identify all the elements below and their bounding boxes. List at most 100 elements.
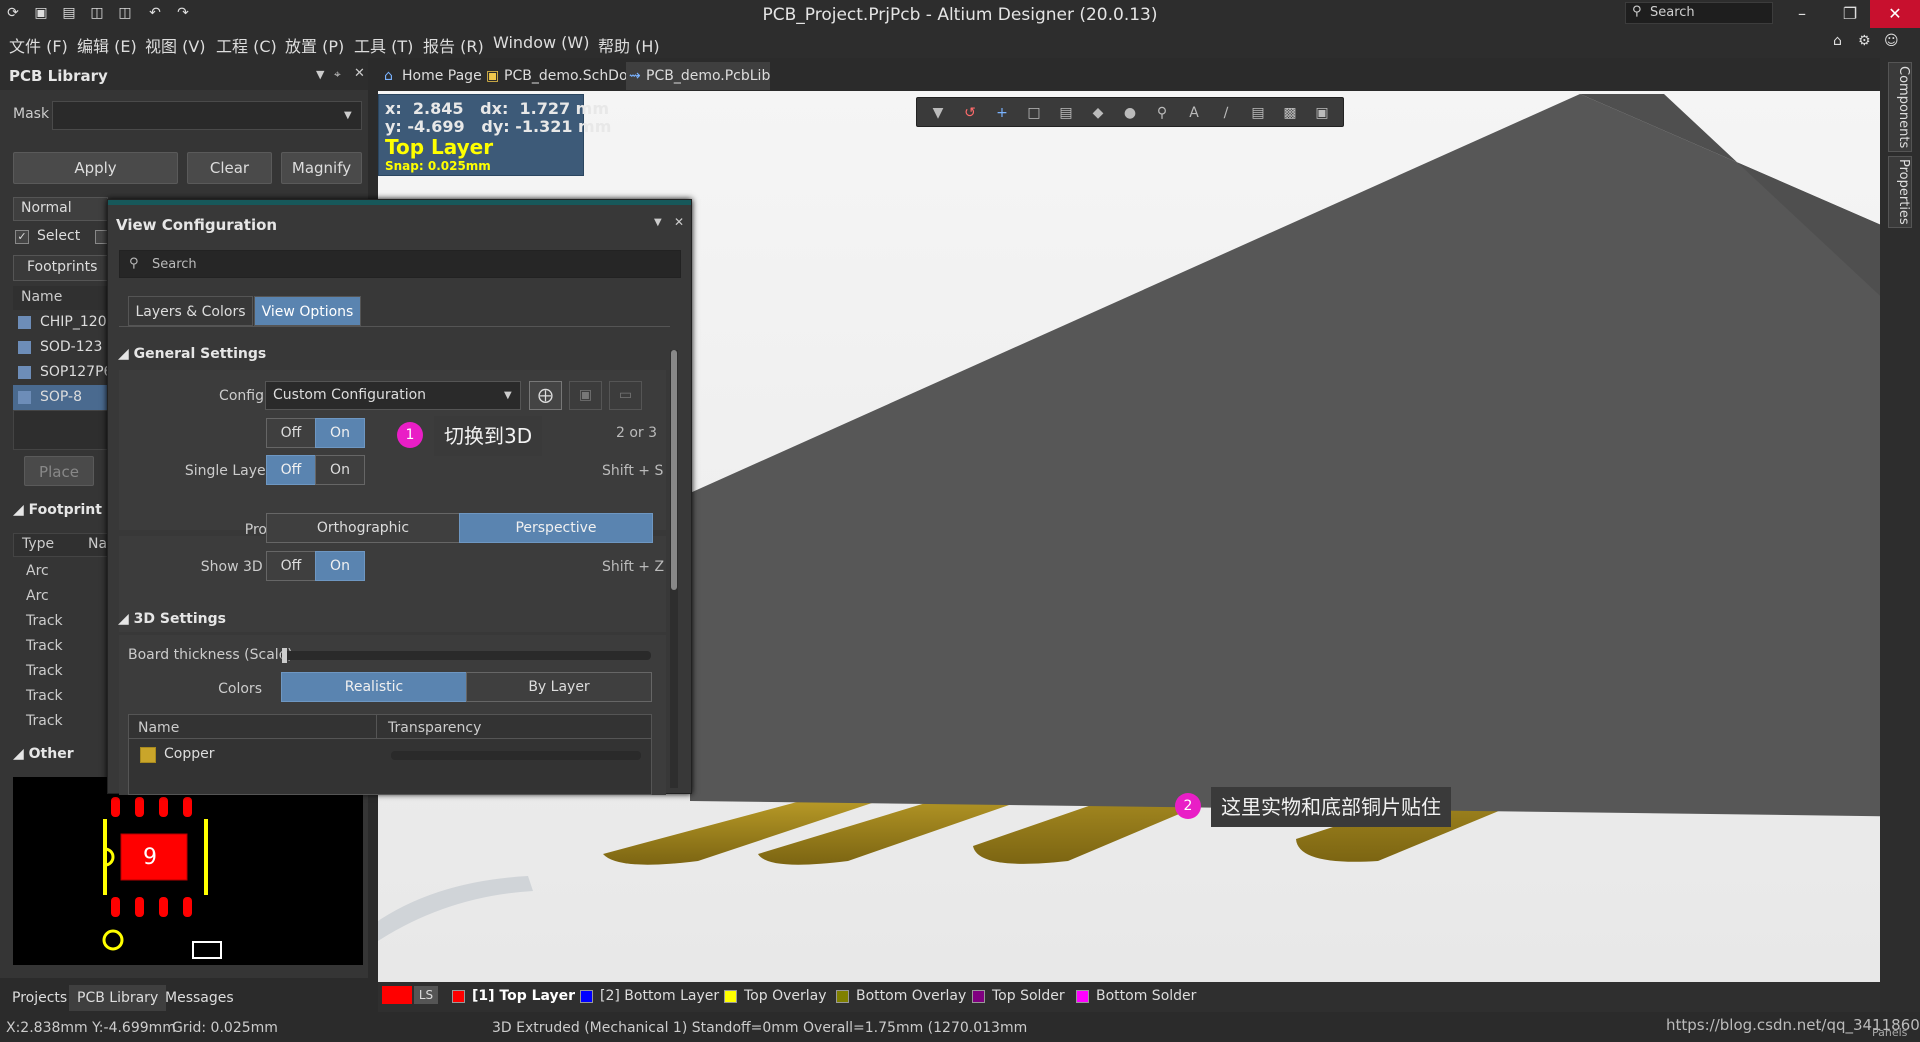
dimension-icon[interactable]: ▩ xyxy=(1281,105,1299,121)
table-transparency-header[interactable]: Transparency xyxy=(388,720,481,736)
3d-on-button[interactable]: On xyxy=(315,418,365,448)
tab-pcblib[interactable]: ⇝PCB_demo.PcbLib * xyxy=(626,62,770,112)
save-config-icon[interactable]: ▣ xyxy=(569,381,602,410)
components-tab[interactable]: Components xyxy=(1888,62,1912,152)
tab-home-page[interactable]: ⌂ Home Page xyxy=(382,62,482,90)
global-search[interactable]: ⚲ Search xyxy=(1625,2,1773,24)
text-icon[interactable]: A xyxy=(1185,105,1203,121)
pin-icon[interactable]: ⌖ xyxy=(334,67,341,82)
layers-icon[interactable]: ◆ xyxy=(1089,105,1107,121)
layer-tab-top-overlay[interactable]: Top Overlay xyxy=(724,988,827,1004)
layer-tab-bottom-overlay[interactable]: Bottom Overlay xyxy=(836,988,966,1004)
menu-help[interactable]: 帮助 (H) xyxy=(598,33,660,57)
scrollbar-thumb[interactable] xyxy=(671,350,677,590)
copper-transparency-slider[interactable] xyxy=(391,751,641,760)
single-layer-on-button[interactable]: On xyxy=(315,455,365,485)
footprints-header[interactable]: Footprints xyxy=(13,255,109,281)
align-icon[interactable]: ▤ xyxy=(1057,105,1075,121)
primitive-row[interactable]: Track xyxy=(26,659,63,684)
menu-reports[interactable]: 报告 (R) xyxy=(423,33,484,57)
panel-close-icon[interactable]: ✕ xyxy=(354,66,365,81)
perspective-button[interactable]: Perspective xyxy=(459,513,653,543)
mask-dropdown-icon[interactable]: ▼ xyxy=(344,110,352,121)
maximize-button[interactable]: ❐ xyxy=(1825,0,1875,28)
layer-tab-top[interactable]: [1] Top Layer xyxy=(452,988,575,1004)
tab-view-options[interactable]: View Options xyxy=(254,296,361,326)
user-icon[interactable]: ☺ xyxy=(1884,33,1899,49)
board-thickness-slider-handle[interactable] xyxy=(282,648,287,663)
menu-view[interactable]: 视图 (V) xyxy=(145,33,206,57)
gear-icon[interactable]: ⚙ xyxy=(1858,33,1871,49)
line-icon[interactable]: ∕ xyxy=(1217,105,1235,121)
list-item-selected[interactable]: SOP-8 xyxy=(13,385,109,410)
layer-tab-bottom[interactable]: [2] Bottom Layer xyxy=(580,988,719,1004)
route-icon[interactable]: ↺ xyxy=(961,105,979,121)
panel-menu-icon[interactable]: ▼ xyxy=(654,217,662,228)
realistic-button[interactable]: Realistic xyxy=(281,672,467,702)
panel-close-icon[interactable]: ✕ xyxy=(674,215,684,229)
current-layer-swatch[interactable] xyxy=(382,986,412,1004)
via-icon[interactable]: ⚲ xyxy=(1153,105,1171,121)
mode-select[interactable]: Normal xyxy=(13,197,108,221)
primitive-row[interactable]: Arc xyxy=(26,559,49,584)
type-column-header[interactable]: Type xyxy=(22,536,54,552)
place-button[interactable]: Place xyxy=(24,456,94,486)
by-layer-button[interactable]: By Layer xyxy=(466,672,652,702)
mask-input[interactable] xyxy=(52,101,362,130)
tab-pcb-library[interactable]: PCB Library xyxy=(69,985,167,1011)
properties-tab[interactable]: Properties xyxy=(1888,156,1912,228)
chevron-down-icon[interactable]: ▼ xyxy=(504,390,512,401)
list-item[interactable]: SOP127P6 xyxy=(13,360,112,385)
home-icon[interactable]: ⌂ xyxy=(1833,33,1842,49)
tab-layers-colors[interactable]: Layers & Colors xyxy=(128,296,253,326)
add-icon[interactable]: + xyxy=(993,105,1011,121)
other-section-title[interactable]: ◢ Other xyxy=(13,746,74,762)
tab-projects[interactable]: Projects xyxy=(4,985,75,1011)
menu-tools[interactable]: 工具 (T) xyxy=(354,33,413,57)
clear-button[interactable]: Clear xyxy=(187,152,272,184)
show-bodies-on-button[interactable]: On xyxy=(315,551,365,581)
save-config-as-icon[interactable]: ⨁ xyxy=(529,381,562,410)
minimize-button[interactable]: – xyxy=(1777,0,1827,28)
view-config-search[interactable]: ⚲ Search xyxy=(119,250,681,278)
layer-tab-top-solder[interactable]: Top Solder xyxy=(972,988,1065,1004)
layer-set-button[interactable]: LS xyxy=(414,986,438,1004)
3d-settings-header[interactable]: ◢ 3D Settings xyxy=(118,611,226,627)
menu-place[interactable]: 放置 (P) xyxy=(285,33,344,57)
tab-messages[interactable]: Messages xyxy=(157,985,242,1011)
3d-off-button[interactable]: Off xyxy=(266,418,316,448)
panel-menu-icon[interactable]: ▼ xyxy=(316,68,324,81)
list-item[interactable]: CHIP_1206 xyxy=(13,310,116,335)
general-settings-header[interactable]: ◢ General Settings xyxy=(118,346,266,362)
primitive-row[interactable]: Track xyxy=(26,709,63,734)
menu-file[interactable]: 文件 (F) xyxy=(9,33,68,57)
panels-button[interactable]: Panels xyxy=(1872,1026,1907,1039)
primitive-row[interactable]: Track xyxy=(26,684,63,709)
apply-button[interactable]: Apply xyxy=(13,152,178,184)
primitive-row[interactable]: Arc xyxy=(26,584,49,609)
tab-schdoc[interactable]: ▣ PCB_demo.SchDoc xyxy=(484,62,635,90)
orthographic-button[interactable]: Orthographic xyxy=(266,513,460,543)
region-icon[interactable]: ▤ xyxy=(1249,105,1267,121)
primitive-row[interactable]: Track xyxy=(26,609,63,634)
filter-icon[interactable]: ▼ xyxy=(929,105,947,121)
magnify-button[interactable]: Magnify xyxy=(281,152,362,184)
primitive-row[interactable]: Track xyxy=(26,634,63,659)
frame-icon[interactable]: ▣ xyxy=(1313,105,1331,121)
table-name-header[interactable]: Name xyxy=(138,720,179,736)
layer-tab-bottom-solder[interactable]: Bottom Solder xyxy=(1076,988,1196,1004)
name-column-header[interactable]: Name xyxy=(13,286,109,310)
list-item[interactable]: SOD-123 xyxy=(13,335,109,360)
close-button[interactable]: ✕ xyxy=(1870,0,1920,28)
menu-edit[interactable]: 编辑 (E) xyxy=(77,33,137,57)
show-bodies-off-button[interactable]: Off xyxy=(266,551,316,581)
menu-window[interactable]: Window (W) xyxy=(493,33,589,52)
select-rect-icon[interactable]: □ xyxy=(1025,105,1043,121)
menu-project[interactable]: 工程 (C) xyxy=(216,33,277,57)
pad-icon[interactable]: ● xyxy=(1121,105,1139,121)
copper-swatch[interactable] xyxy=(140,747,156,763)
single-layer-off-button[interactable]: Off xyxy=(266,455,316,485)
configuration-select[interactable]: Custom Configuration xyxy=(265,381,521,410)
board-thickness-slider[interactable] xyxy=(281,651,651,660)
delete-config-icon[interactable]: ▭ xyxy=(609,381,642,410)
